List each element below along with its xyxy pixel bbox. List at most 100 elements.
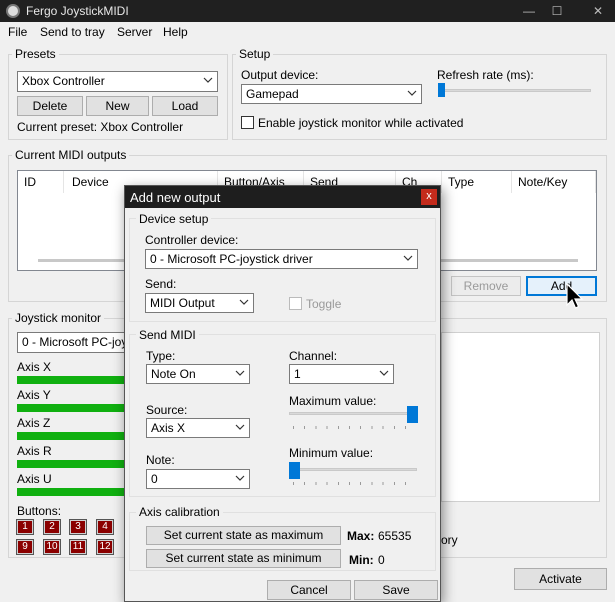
window-title: Fergo JoystickMIDI <box>26 4 129 18</box>
type-label: Type: <box>146 349 176 363</box>
dialog-title-bar: Add new output x <box>125 186 440 208</box>
chevron-down-icon <box>203 77 213 83</box>
col-note-key[interactable]: Note/Key <box>512 171 596 193</box>
joystick-monitor-label: Joystick monitor <box>12 311 105 325</box>
new-preset-button[interactable]: New <box>86 96 149 116</box>
channel-select[interactable]: 1 <box>289 364 394 384</box>
max-value-thumb[interactable] <box>407 406 418 423</box>
min-value-track[interactable] <box>289 468 417 471</box>
preset-select-value: Xbox Controller <box>22 74 105 88</box>
device-setup-label: Device setup <box>136 212 212 226</box>
button-indicator-11: 11 <box>69 539 87 555</box>
controller-device-label: Controller device: <box>145 233 239 247</box>
toggle-checkbox[interactable] <box>289 297 302 310</box>
chevron-down-icon <box>235 424 245 430</box>
set-min-button[interactable]: Set current state as minimum <box>146 549 341 568</box>
preset-select[interactable]: Xbox Controller <box>17 71 218 92</box>
send-select-value: MIDI Output <box>150 296 215 310</box>
type-select[interactable]: Note On <box>146 364 250 384</box>
menu-bar: File Send to tray Server Help <box>0 22 615 43</box>
send-midi-label: Send MIDI <box>136 328 199 342</box>
chevron-down-icon <box>235 370 245 376</box>
add-output-dialog: Add new output x Device setup Controller… <box>124 185 441 602</box>
remove-output-button[interactable]: Remove <box>451 276 521 296</box>
button-indicator-1: 1 <box>16 519 34 535</box>
axis-y-bar <box>17 404 127 412</box>
axis-x-bar <box>17 376 127 384</box>
axis-z-label: Axis Z <box>17 416 51 430</box>
delete-preset-button[interactable]: Delete <box>17 96 83 116</box>
monitor-checkbox-label: Enable joystick monitor while activated <box>258 116 464 130</box>
toggle-label: Toggle <box>306 297 342 311</box>
min-key-label: Min: <box>349 553 374 567</box>
max-value-text: 65535 <box>378 529 412 543</box>
send-label: Send: <box>145 277 177 291</box>
col-type[interactable]: Type <box>442 171 512 193</box>
controller-device-select[interactable]: 0 - Microsoft PC-joystick driver <box>145 249 418 269</box>
dialog-close-icon[interactable]: x <box>421 189 437 205</box>
min-value-label: Minimum value: <box>289 446 374 460</box>
chevron-down-icon <box>407 90 417 96</box>
note-select[interactable]: 0 <box>146 469 250 489</box>
chevron-down-icon <box>403 255 413 261</box>
mouse-cursor-icon <box>566 283 584 309</box>
activate-button[interactable]: Activate <box>514 568 607 590</box>
max-key-label: Max: <box>347 529 375 543</box>
outputs-label: Current MIDI outputs <box>12 148 130 162</box>
monitor-log-panel <box>441 332 600 502</box>
source-select[interactable]: Axis X <box>146 418 250 438</box>
menu-send-to-tray[interactable]: Send to tray <box>40 25 105 39</box>
axis-r-bar <box>17 460 127 468</box>
min-value-text: 0 <box>378 553 385 567</box>
source-label: Source: <box>146 403 188 417</box>
partial-label: ory <box>441 533 458 547</box>
refresh-rate-track[interactable] <box>441 89 591 92</box>
button-indicator-4: 4 <box>96 519 114 535</box>
refresh-rate-thumb[interactable] <box>438 83 445 97</box>
axis-u-bar <box>17 488 127 496</box>
cancel-button[interactable]: Cancel <box>267 580 351 600</box>
buttons-label: Buttons: <box>17 504 62 518</box>
menu-file[interactable]: File <box>8 25 27 39</box>
refresh-rate-label: Refresh rate (ms): <box>437 68 534 82</box>
set-max-button[interactable]: Set current state as maximum <box>146 526 341 545</box>
load-preset-button[interactable]: Load <box>152 96 218 116</box>
axis-u-label: Axis U <box>17 472 52 486</box>
min-value-thumb[interactable] <box>289 462 300 479</box>
dialog-title: Add new output <box>130 190 221 205</box>
app-icon <box>6 4 20 18</box>
button-indicator-10: 10 <box>43 539 61 555</box>
type-select-value: Note On <box>151 367 196 381</box>
axis-x-label: Axis X <box>17 360 52 374</box>
col-id[interactable]: ID <box>18 171 64 193</box>
save-button[interactable]: Save <box>354 580 438 600</box>
setup-label: Setup <box>236 47 274 61</box>
close-icon[interactable]: ✕ <box>590 3 606 19</box>
output-device-label: Output device: <box>241 68 319 82</box>
axis-y-label: Axis Y <box>17 388 51 402</box>
send-select[interactable]: MIDI Output <box>145 293 254 313</box>
axis-r-label: Axis R <box>17 444 52 458</box>
menu-server[interactable]: Server <box>117 25 152 39</box>
channel-label: Channel: <box>289 349 338 363</box>
maximize-icon[interactable]: ☐ <box>549 3 565 19</box>
axis-calibration-label: Axis calibration <box>136 505 223 519</box>
source-select-value: Axis X <box>151 421 186 435</box>
monitor-checkbox[interactable] <box>241 116 254 129</box>
note-select-value: 0 <box>151 472 158 486</box>
max-value-track[interactable] <box>289 412 417 415</box>
channel-select-value: 1 <box>294 367 301 381</box>
minimize-icon[interactable]: — <box>521 3 537 19</box>
button-indicator-12: 12 <box>96 539 114 555</box>
menu-help[interactable]: Help <box>163 25 188 39</box>
presets-label: Presets <box>12 47 59 61</box>
title-bar: Fergo JoystickMIDI — ☐ ✕ <box>0 0 615 22</box>
chevron-down-icon <box>379 370 389 376</box>
output-device-select[interactable]: Gamepad <box>241 84 422 104</box>
button-indicator-9: 9 <box>16 539 34 555</box>
chevron-down-icon <box>239 299 249 305</box>
button-indicator-3: 3 <box>69 519 87 535</box>
current-preset-text: Current preset: Xbox Controller <box>17 120 184 134</box>
button-indicator-2: 2 <box>43 519 61 535</box>
add-output-button[interactable]: Add <box>526 276 597 296</box>
